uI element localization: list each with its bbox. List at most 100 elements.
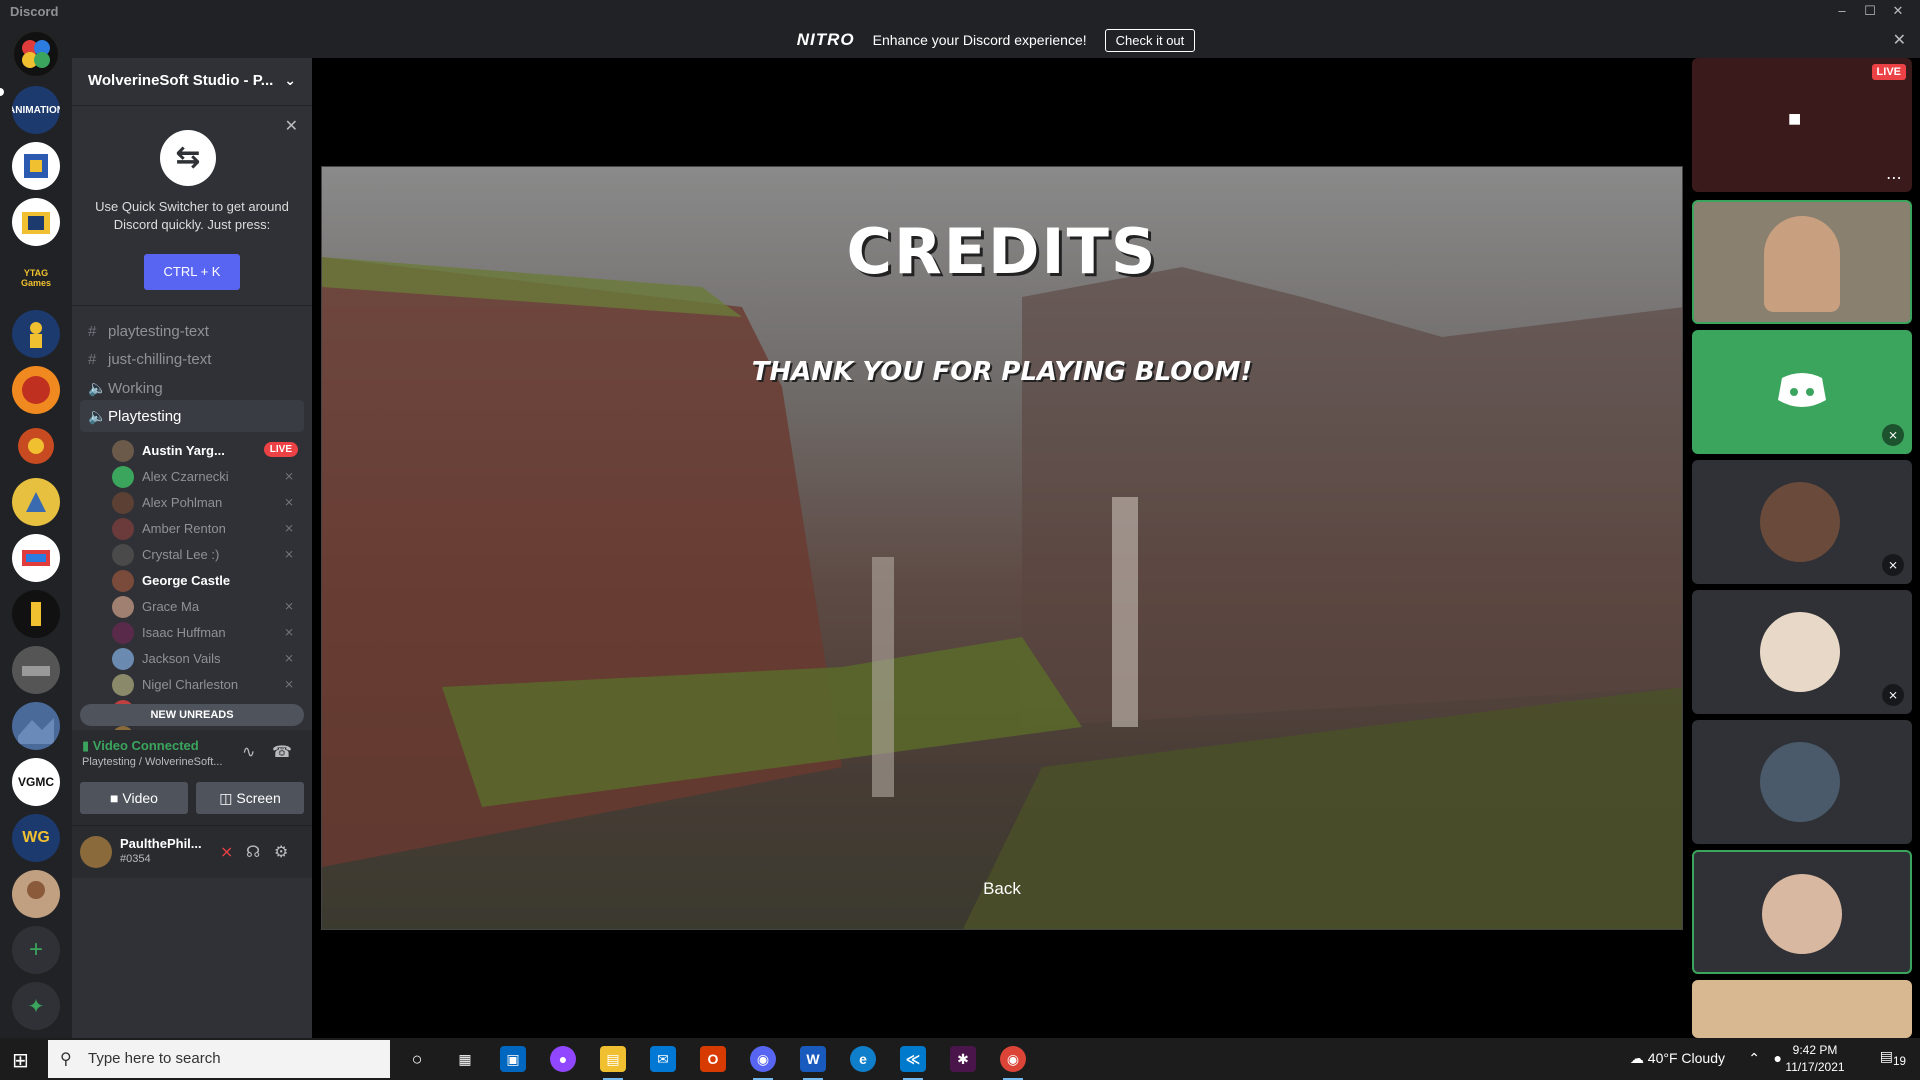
mail-icon[interactable]: ✉ [650,1046,676,1072]
avatar [112,440,134,462]
voice-member[interactable]: Grace Ma ⨯ [112,594,304,620]
chrome-icon[interactable]: ◉ [1000,1046,1026,1080]
voice-connection-panel: ▮ Video Connected Playtesting / Wolverin… [72,730,312,826]
stream-video[interactable]: CREDITS THANK YOU FOR PLAYING BLOOM! Bac… [321,166,1683,930]
tray-chevron-up-icon[interactable]: ⌃ [1748,1050,1760,1067]
weather-text: 40°F Cloudy [1647,1050,1725,1066]
live-badge: LIVE [1871,64,1906,80]
nitro-close-icon[interactable]: ✕ [1893,30,1906,50]
add-server-icon[interactable]: + [12,926,60,974]
voice-member[interactable]: George Castle [112,568,304,594]
video-button-label: Video [122,790,158,806]
voice-member-name: Grace Ma [142,599,200,614]
taskbar-search-placeholder: Type here to search [88,1050,221,1067]
tile-participant-5[interactable] [1692,720,1912,844]
explore-servers-icon[interactable]: ✦ [12,982,60,1030]
tile-participant-7[interactable] [1692,980,1912,1038]
back-button[interactable]: Back [322,879,1682,899]
server-icon-3[interactable] [12,142,60,190]
twitch-icon[interactable]: ● [550,1046,576,1072]
new-unreads-button[interactable]: NEW UNREADS [80,704,304,726]
clock-time[interactable]: 9:42 PM [1780,1043,1850,1057]
server-icon-ytag-games[interactable]: YTAG Games [12,254,60,302]
credits-title: CREDITS [846,215,1158,288]
file-explorer-icon[interactable]: ▤ [600,1046,626,1080]
server-icon-vgmc[interactable]: VGMC [12,758,60,806]
notification-center-icon[interactable]: ▤19 [1880,1048,1906,1068]
avatar [1760,482,1840,562]
voice-member[interactable]: Austin Yarg... LIVE [112,438,304,464]
screen-share-button[interactable]: ◫ Screen [196,782,304,814]
server-header[interactable]: WolverineSoft Studio - P... ⌄ [72,58,312,106]
gear-icon[interactable]: ⚙ [274,842,288,862]
server-icon-6[interactable] [12,366,60,414]
quick-switcher-text: Use Quick Switcher to get around Discord… [95,199,289,232]
server-icon-10[interactable] [12,590,60,638]
server-icon-chess[interactable] [12,310,60,358]
user-tag: #0354 [120,853,151,865]
disconnect-icon[interactable]: ☎ [272,742,292,762]
server-icon-1[interactable] [12,30,60,78]
store-icon[interactable]: ▣ [500,1046,526,1072]
server-icon-9[interactable] [12,534,60,582]
more-options-icon[interactable]: ⋯ [1886,168,1902,188]
hash-icon: # [88,351,97,368]
quick-switcher-close-icon[interactable]: ✕ [285,116,298,136]
server-icon-8[interactable] [12,478,60,526]
nitro-cta-button[interactable]: Check it out [1104,28,1196,52]
window-close-icon[interactable]: ✕ [1884,2,1912,20]
server-icon-12[interactable] [12,702,60,750]
avatar[interactable] [80,836,112,868]
video-button[interactable]: ■ Video [80,782,188,814]
voice-member[interactable]: Alex Pohlman ⨯ [112,490,304,516]
server-icon-15[interactable] [12,870,60,918]
tile-participant-6[interactable] [1692,850,1912,974]
avatar [112,518,134,540]
server-icon-7[interactable] [12,422,60,470]
windows-start-icon[interactable]: ⊞ [12,1048,29,1073]
voice-member[interactable]: Alex Czarnecki ⨯ [112,464,304,490]
slack-icon[interactable]: ✱ [950,1046,976,1072]
server-icon-wg[interactable]: WG [12,814,60,862]
server-name: WolverineSoft Studio - P... [88,72,274,89]
edge-icon[interactable]: e [850,1046,876,1072]
tile-participant-3[interactable]: ⨯ [1692,460,1912,584]
task-view-icon[interactable]: ▦ [452,1046,478,1072]
chevron-down-icon[interactable]: ⌄ [284,72,296,89]
server-icon-wolverinesoft[interactable] [12,198,60,246]
weather-widget[interactable]: ☁ 40°F Cloudy [1630,1050,1725,1067]
server-icon-animation-club[interactable]: ANIMATION [12,86,60,134]
voice-member[interactable]: Crystal Lee :) ⨯ [112,542,304,568]
voice-member[interactable]: Jackson Vails ⨯ [112,646,304,672]
muted-mic-icon: ⨯ [1882,554,1904,576]
word-icon[interactable]: W [800,1046,826,1080]
voice-member-name: George Castle [142,573,231,588]
maximize-icon[interactable]: ☐ [1856,2,1884,20]
headphones-icon[interactable]: ☊ [246,842,260,862]
user-name: PaulthePhil... [120,836,202,851]
muted-mic-icon: ⨯ [283,651,294,665]
voice-member[interactable]: Isaac Huffman ⨯ [112,620,304,646]
tile-video-camera[interactable] [1692,200,1912,324]
vscode-icon[interactable]: ≪ [900,1046,926,1080]
noise-suppression-icon[interactable]: ∿ [242,742,255,762]
quick-switcher-shortcut-button[interactable]: CTRL + K [144,254,240,290]
clock-date[interactable]: 11/17/2021 [1780,1060,1850,1074]
voice-member[interactable]: Nigel Charleston ⨯ [112,672,304,698]
speaker-icon: 🔈 [88,408,107,425]
voice-member[interactable]: Amber Renton ⨯ [112,516,304,542]
cortana-icon[interactable]: ○ [404,1046,430,1072]
office-icon[interactable]: O [700,1046,726,1072]
channel-playtesting[interactable]: 🔈Playtesting [80,400,304,432]
minimize-icon[interactable]: – [1828,2,1856,20]
tile-default-avatar[interactable]: ⨯ [1692,330,1912,454]
discord-taskbar-icon[interactable]: ◉ [750,1046,776,1080]
tile-stream-preview[interactable]: LIVE ■ ⋯ [1692,58,1912,192]
mute-mic-icon[interactable]: ⨯ [220,842,233,862]
muted-mic-icon: ⨯ [283,547,294,561]
tile-participant-4[interactable]: ⨯ [1692,590,1912,714]
taskbar-search-input[interactable]: ⚲ Type here to search [48,1040,390,1078]
muted-mic-icon: ⨯ [283,495,294,509]
quick-switcher-tip: ✕ ⇆ Use Quick Switcher to get around Dis… [72,106,312,306]
server-icon-11[interactable] [12,646,60,694]
